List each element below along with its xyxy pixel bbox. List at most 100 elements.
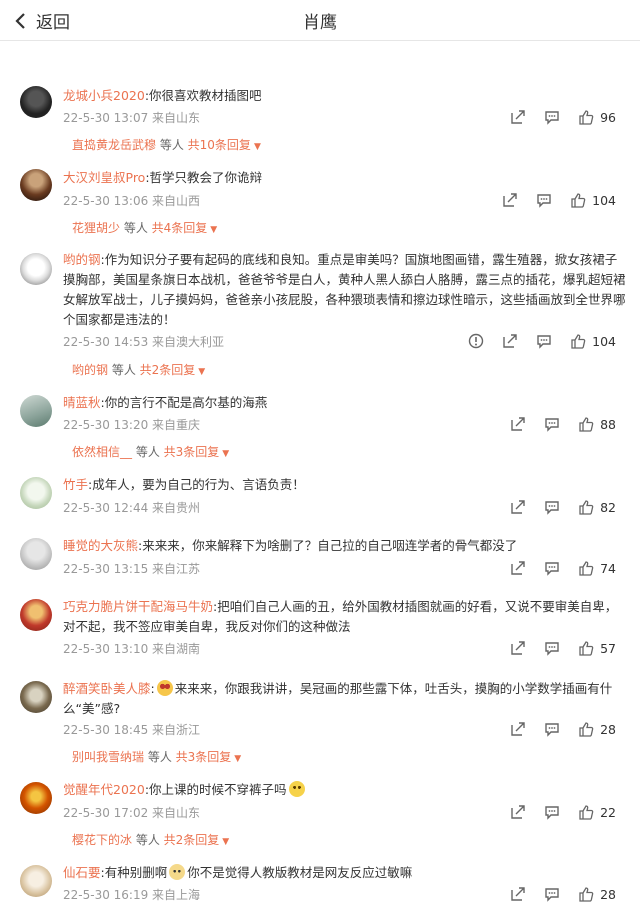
comment-icon (545, 723, 559, 737)
comment-text: 大汉刘皇叔Pro:哲学只教会了你诡辩 (63, 168, 628, 188)
warning-icon (468, 333, 484, 349)
share-button[interactable] (502, 192, 518, 208)
share-button[interactable] (510, 109, 526, 125)
user-name[interactable]: 大汉刘皇叔Pro (63, 170, 145, 185)
like-count: 22 (600, 804, 616, 820)
back-button[interactable]: 返回 (14, 8, 70, 33)
caret-down-icon: ▼ (210, 225, 218, 235)
reply-summary: 樱花下的冰 等人 共2条回复 ▼ (72, 831, 229, 848)
user-name[interactable]: 睡觉的大灰熊 (63, 538, 138, 553)
share-button[interactable] (510, 804, 526, 820)
comment-meta: 22-5-30 13:15 来自江苏 (63, 562, 201, 576)
avatar[interactable] (20, 395, 52, 427)
avatar[interactable] (20, 599, 52, 631)
avatar[interactable] (20, 169, 52, 201)
like-button[interactable]: 74 (578, 560, 616, 576)
reply-mid: 等人 (156, 138, 188, 152)
comment-button[interactable] (544, 499, 560, 515)
like-button[interactable]: 28 (578, 721, 616, 737)
avatar[interactable] (20, 782, 52, 814)
comment-icon (545, 642, 559, 656)
user-name[interactable]: 仙石要 (63, 865, 101, 880)
comment-button[interactable] (536, 333, 552, 349)
user-name[interactable]: 竹手 (63, 477, 88, 492)
user-name[interactable]: 哟的钢 (63, 252, 101, 267)
caret-down-icon: ▼ (253, 142, 261, 152)
thumbs-up-icon (571, 334, 586, 349)
comment-meta: 22-5-30 18:45 来自浙江 (63, 723, 201, 737)
comment-button[interactable] (544, 416, 560, 432)
share-button[interactable] (510, 560, 526, 576)
reply-user[interactable]: 直捣黄龙岳武穆 (72, 138, 156, 152)
comment-text: 睡觉的大灰熊:来来来，你来解释下为啥删了？自己拉的自己咽连学者的骨气都没了 (63, 536, 628, 556)
comment-meta: 22-5-30 12:44 来自贵州 (63, 501, 201, 515)
back-label: 返回 (36, 13, 70, 33)
reply-user[interactable]: 花狸胡少 (72, 221, 120, 235)
comment-meta: 22-5-30 17:02 来自山东 (63, 806, 201, 820)
avatar[interactable] (20, 477, 52, 509)
more-replies-link[interactable]: 共10条回复 (188, 138, 251, 152)
share-icon (511, 887, 525, 901)
comment-text: 醉酒笑卧美人膝: 来来来，你跟我讲讲，吴冠画的那些露下体，吐舌头，摸胸的小学数学插… (63, 679, 628, 719)
comment-button[interactable] (544, 560, 560, 576)
comment-content: 你不是觉得人教版教材是网友反应过敏嘛 (187, 865, 413, 880)
comment-text: 哟的钢:作为知识分子要有起码的底线和良知。重点是审美吗？国旗地图画错，露生殖器，… (63, 250, 628, 330)
like-button[interactable]: 104 (570, 333, 616, 349)
like-button[interactable]: 22 (578, 804, 616, 820)
thumbs-up-icon (579, 417, 594, 432)
caret-down-icon: ▼ (222, 837, 230, 847)
like-count: 82 (600, 499, 616, 515)
more-replies-link[interactable]: 共2条回复 (140, 363, 196, 377)
caret-down-icon: ▼ (198, 367, 206, 377)
avatar[interactable] (20, 86, 52, 118)
comment-meta: 22-5-30 14:53 来自澳大利亚 (63, 335, 225, 349)
caret-down-icon: ▼ (234, 754, 242, 764)
avatar[interactable] (20, 253, 52, 285)
like-button[interactable]: 104 (570, 192, 616, 208)
report-button[interactable] (468, 333, 484, 349)
comment-button[interactable] (544, 721, 560, 737)
share-button[interactable] (510, 416, 526, 432)
more-replies-link[interactable]: 共4条回复 (152, 221, 208, 235)
comment-button[interactable] (544, 640, 560, 656)
thumbs-up-icon (579, 887, 594, 902)
comment-text: 晴蓝秋:你的言行不配是高尔基的海燕 (63, 393, 628, 413)
user-name[interactable]: 醉酒笑卧美人膝 (63, 681, 151, 696)
comment-button[interactable] (544, 804, 560, 820)
thumbs-up-icon (579, 722, 594, 737)
like-button[interactable]: 96 (578, 109, 616, 125)
avatar[interactable] (20, 538, 52, 570)
like-button[interactable]: 82 (578, 499, 616, 515)
share-button[interactable] (510, 499, 526, 515)
comment-button[interactable] (544, 109, 560, 125)
avatar[interactable] (20, 865, 52, 897)
smile-emoji-icon (288, 781, 305, 797)
share-button[interactable] (510, 886, 526, 902)
share-button[interactable] (510, 721, 526, 737)
comment-button[interactable] (544, 886, 560, 902)
like-button[interactable]: 88 (578, 416, 616, 432)
share-button[interactable] (502, 333, 518, 349)
user-name[interactable]: 巧克力脆片饼干配海马牛奶 (63, 599, 213, 614)
reply-summary: 花狸胡少 等人 共4条回复 ▼ (72, 219, 217, 236)
user-name[interactable]: 龙城小兵2020 (63, 88, 145, 103)
reply-user[interactable]: 哟的钢 (72, 363, 108, 377)
comment-text: 巧克力脆片饼干配海马牛奶:把咱们自己人画的丑，给外国教材插图就画的好看，又说不要… (63, 597, 628, 637)
comment-button[interactable] (536, 192, 552, 208)
reply-user[interactable]: 别叫我雪纳瑞 (72, 750, 144, 764)
avatar[interactable] (20, 681, 52, 713)
more-replies-link[interactable]: 共3条回复 (176, 750, 232, 764)
comment-content-prefix: :有种别删啊 (100, 865, 168, 880)
reply-user[interactable]: 依然相信__ (72, 445, 132, 459)
user-name[interactable]: 晴蓝秋 (63, 395, 101, 410)
like-button[interactable]: 28 (578, 886, 616, 902)
reply-user[interactable]: 樱花下的冰 (72, 833, 132, 847)
caret-down-icon: ▼ (222, 449, 230, 459)
user-name[interactable]: 觉醒年代2020 (63, 782, 145, 797)
more-replies-link[interactable]: 共3条回复 (164, 445, 220, 459)
comment-icon (545, 111, 559, 125)
share-icon (511, 722, 525, 736)
share-button[interactable] (510, 640, 526, 656)
like-button[interactable]: 57 (578, 640, 616, 656)
more-replies-link[interactable]: 共2条回复 (164, 833, 220, 847)
